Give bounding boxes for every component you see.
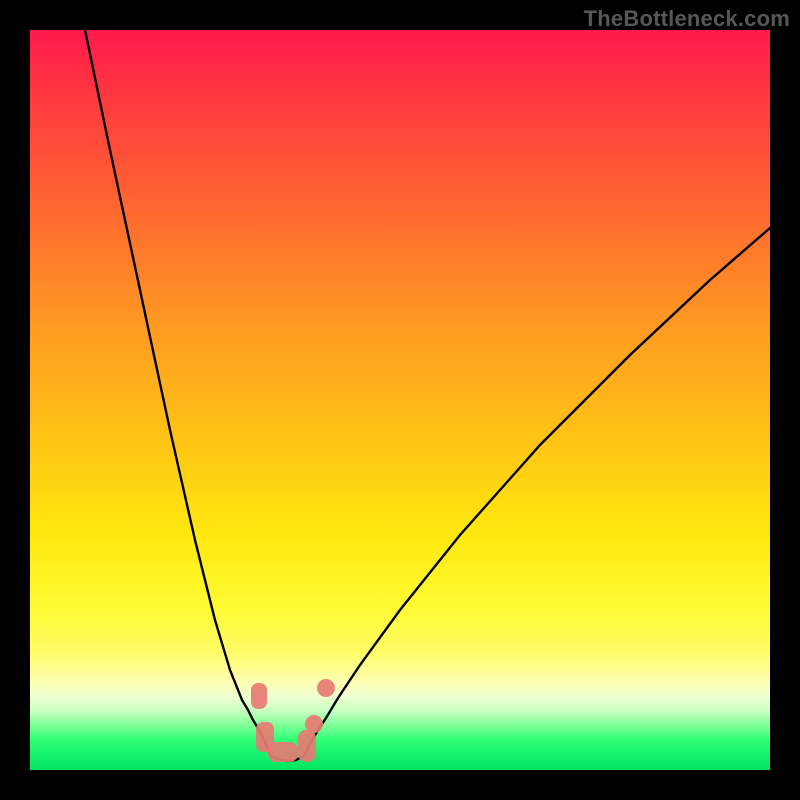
watermark-text: TheBottleneck.com (584, 6, 790, 32)
series-curve-left (85, 30, 271, 756)
marker-0 (251, 683, 267, 709)
marker-4 (298, 730, 316, 762)
marker-1 (317, 679, 335, 697)
series-curve-right (304, 228, 770, 756)
markers (251, 679, 335, 762)
chart-frame (30, 30, 770, 770)
marker-3 (268, 742, 298, 762)
bottleneck-curves (85, 30, 770, 761)
marker-5 (305, 715, 323, 733)
chart-svg (30, 30, 770, 770)
